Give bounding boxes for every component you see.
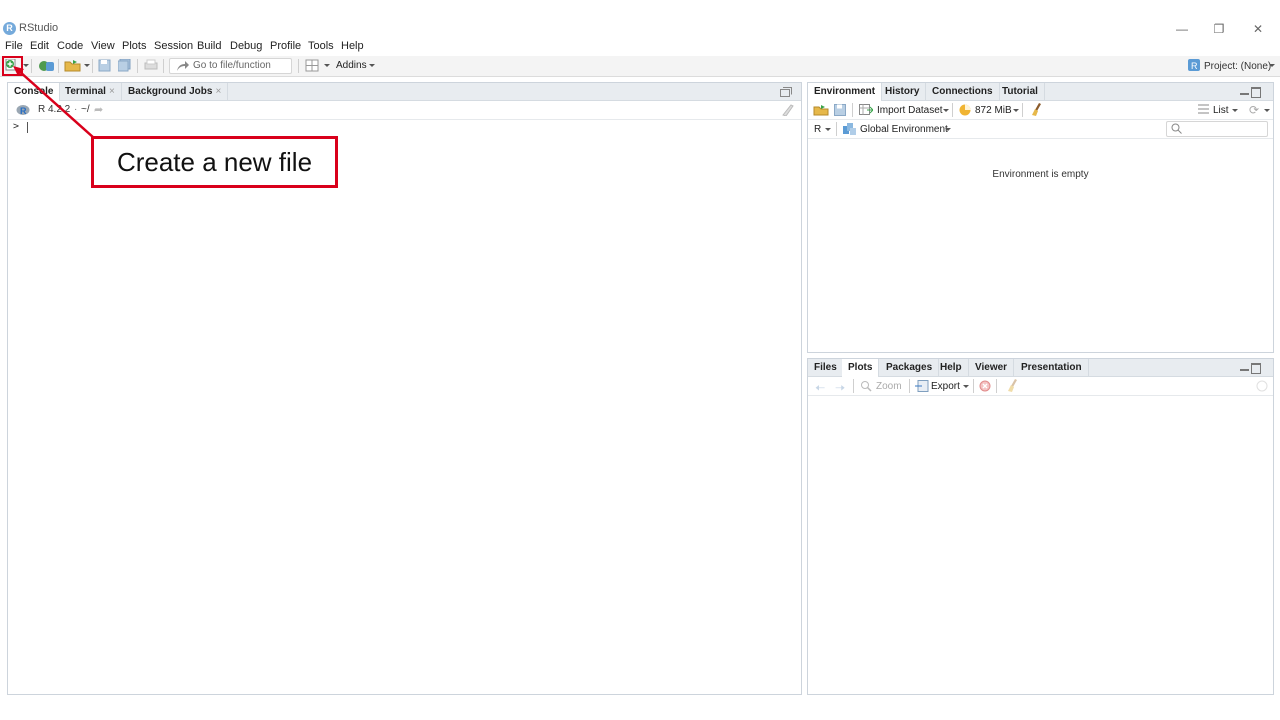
annotation-callout: Create a new file (91, 136, 338, 188)
annotation-arrow (13, 66, 95, 139)
annotation-text: Create a new file (116, 147, 313, 177)
